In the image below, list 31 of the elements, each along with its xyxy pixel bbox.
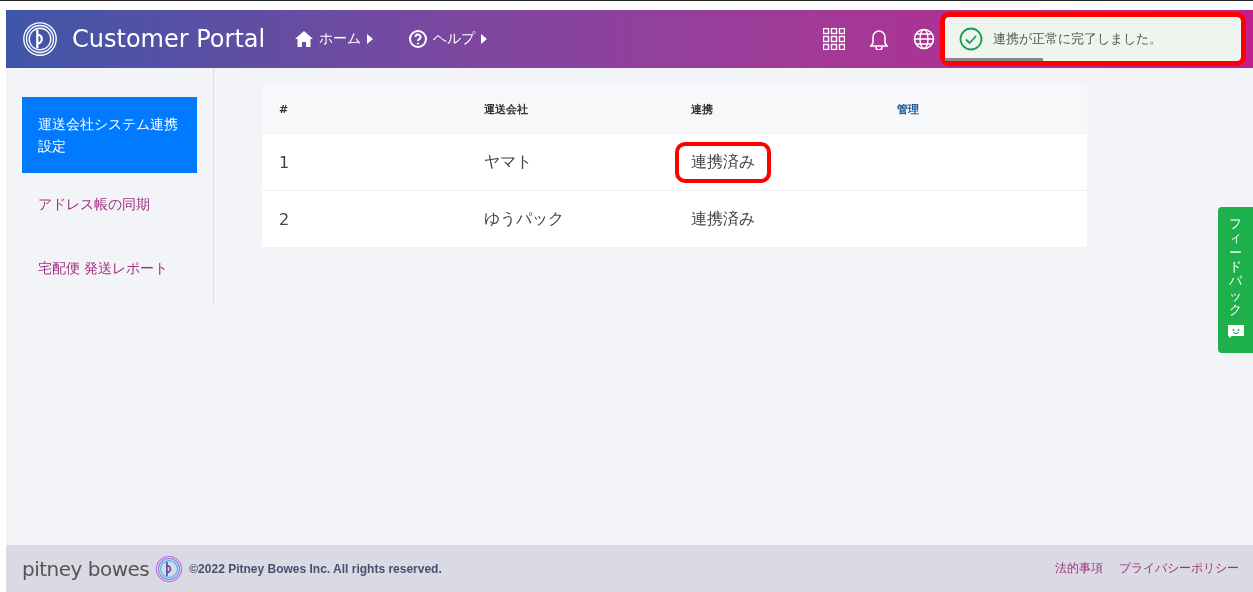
check-circle-icon	[959, 27, 983, 52]
bell-icon[interactable]	[869, 28, 889, 51]
sidebar-item[interactable]: 運送会社システム連携設定	[22, 97, 197, 174]
home-icon	[295, 31, 314, 48]
footer-link[interactable]: 法的事項	[1055, 560, 1103, 578]
toast-message: 連携が正常に完了しました。	[993, 30, 1162, 49]
column-header: 連携	[690, 101, 714, 117]
apps-grid-icon[interactable]	[823, 28, 845, 51]
caret-icon	[367, 34, 374, 45]
smiley-chat-icon	[1227, 325, 1244, 339]
nav-link[interactable]: ヘルプ	[409, 30, 488, 49]
table-cell: 2	[279, 209, 290, 229]
globe-icon[interactable]	[913, 28, 935, 51]
table-cell: 1	[279, 152, 290, 172]
help-icon	[409, 30, 428, 49]
brand-name: pitney bowes	[22, 556, 150, 581]
copyright-text: ©2022 Pitney Bowes Inc. All rights reserved.	[189, 561, 442, 576]
footer-link[interactable]: プライバシーポリシー	[1119, 560, 1239, 578]
column-header: 運送会社	[483, 101, 529, 117]
logo-icon	[155, 554, 184, 583]
sidebar-item[interactable]: 宅配便 発送レポート	[22, 241, 197, 296]
logo-icon	[22, 21, 58, 58]
column-header[interactable]: 管理	[880, 101, 1087, 117]
column-header: #	[278, 102, 290, 116]
caret-icon	[481, 34, 488, 45]
portal-title: Customer Portal	[72, 25, 266, 54]
table-cell: ゆうパック	[484, 208, 564, 230]
nav-link[interactable]: ホーム	[295, 30, 374, 49]
sidebar-item[interactable]: アドレス帳の同期	[22, 177, 197, 232]
table-cell: ヤマト	[484, 151, 532, 173]
table-cell: 連携済み	[691, 208, 755, 230]
